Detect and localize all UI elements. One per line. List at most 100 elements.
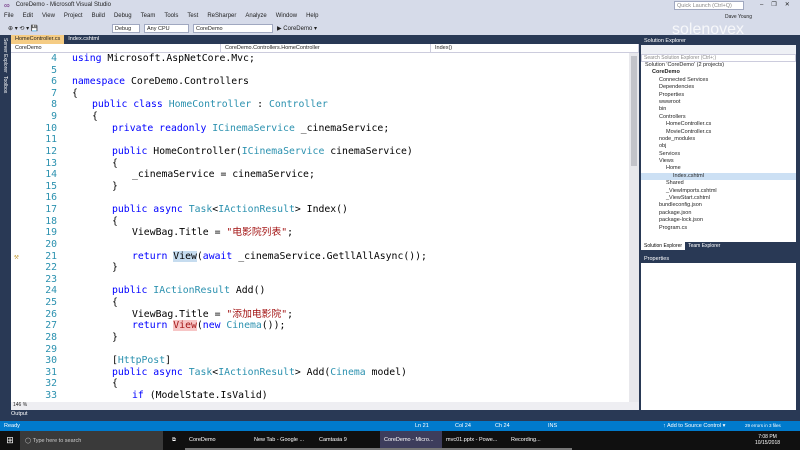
window-controls[interactable]: –❐✕ (760, 1, 798, 8)
tree-item[interactable]: Solution 'CoreDemo' (2 projects) (641, 62, 796, 69)
menu-file[interactable]: File (4, 13, 14, 19)
taskbar-app[interactable]: CoreDemo - Micro... (380, 431, 442, 450)
platform-select[interactable]: Any CPU (144, 23, 189, 33)
menu-edit[interactable]: Edit (23, 13, 33, 19)
project-dropdown[interactable]: CoreDemo (11, 44, 221, 52)
menu-team[interactable]: Team (141, 13, 156, 19)
line-number: 19 (45, 227, 57, 239)
tree-item[interactable]: Properties (641, 92, 796, 99)
line-number: 27 (45, 320, 57, 332)
quick-actions-icon[interactable]: ⚒ (14, 251, 19, 263)
tree-item[interactable]: package.json (641, 210, 796, 217)
pane-tab-0[interactable]: Solution Explorer (641, 242, 686, 250)
menu-build[interactable]: Build (92, 13, 105, 19)
code-line: ⚒ 21 return View(await _cinemaService.Getl… (11, 250, 629, 263)
output-tab[interactable]: Output (0, 410, 800, 421)
code-token: private readonly (112, 122, 213, 134)
tree-item[interactable]: Connected Services (641, 77, 796, 84)
menu-debug[interactable]: Debug (114, 13, 132, 19)
code-token: return (132, 320, 174, 332)
code-text: public async Task<IActionResult> Add(Cin… (112, 367, 407, 379)
line-number: 7 (51, 87, 57, 99)
code-token: public async (112, 204, 189, 216)
code-token: } (112, 180, 118, 192)
status-col: Col 24 (455, 423, 471, 429)
code-text: _cinemaService = cinemaService; (132, 169, 315, 181)
tree-item[interactable]: CoreDemo (641, 69, 796, 76)
pane-tab-1[interactable]: Team Explorer (685, 242, 723, 250)
tree-item[interactable]: Home (641, 165, 796, 172)
zoom-level[interactable]: 146 % (11, 402, 639, 410)
code-token: ViewBag.Title = (132, 227, 227, 239)
status-line: Ln 21 (415, 423, 429, 429)
tree-item[interactable]: Shared (641, 180, 796, 187)
tree-item[interactable]: Program.cs (641, 225, 796, 232)
tree-item[interactable]: Services (641, 151, 796, 158)
taskbar-app[interactable]: Recording... (507, 431, 572, 450)
code-token: ICinemaService (241, 145, 325, 157)
startup-select[interactable]: CoreDemo (193, 23, 273, 33)
back-icon[interactable]: ⊕ ▾ ⟲ ▾ 💾 (8, 25, 108, 32)
code-token: _cinemaService; (294, 122, 390, 134)
quick-launch-input[interactable]: Quick Launch (Ctrl+Q) (674, 1, 744, 10)
solution-search-input[interactable]: Search Solution Explorer (Ctrl+;) (641, 54, 796, 62)
code-token: ()); (261, 320, 286, 332)
code-token: { (112, 157, 118, 169)
config-select[interactable]: Debug (112, 23, 140, 33)
tree-item[interactable]: _ViewStart.cshtml (641, 195, 796, 202)
tree-item[interactable]: Controllers (641, 114, 796, 121)
menu-tools[interactable]: Tools (164, 13, 178, 19)
run-button[interactable]: ▶ CoreDemo ▾ (277, 25, 317, 32)
tree-item[interactable]: Dependencies (641, 84, 796, 91)
line-number: 31 (45, 366, 57, 378)
window-title: CoreDemo - Microsoft Visual Studio (15, 2, 111, 8)
tree-item[interactable]: obj (641, 143, 796, 150)
code-line: 8 public class HomeController : Controlle… (11, 99, 629, 111)
tab-homecontroller-cs[interactable]: HomeController.cs (11, 35, 65, 44)
code-editor[interactable]: 4 using Microsoft.AspNetCore.Mvc; 5 6 namesp… (11, 53, 629, 402)
task-view-icon[interactable]: ⧉ (163, 437, 185, 444)
menu-window[interactable]: Window (276, 13, 297, 19)
tab-index-cshtml[interactable]: Index.cshtml (64, 35, 103, 44)
code-token: (ModelState.IsValid) (149, 389, 268, 401)
clock[interactable]: 7:08 PM 10/15/2018 (755, 434, 780, 446)
code-line: 5 (11, 65, 629, 77)
tree-item[interactable]: MovieController.cs (641, 129, 796, 136)
tree-item[interactable]: package-lock.json (641, 217, 796, 224)
menu-test[interactable]: Test (187, 13, 198, 19)
tree-item[interactable]: Index.cshtml (641, 172, 796, 181)
class-dropdown[interactable]: CoreDemo.Controllers.HomeController (221, 44, 431, 52)
line-number: 23 (45, 273, 57, 285)
menu-bar: File Edit View Project Build Debug Team Tools Te… (0, 10, 800, 21)
line-number: 26 (45, 308, 57, 320)
tree-item[interactable]: _ViewImports.cshtml (641, 188, 796, 195)
taskbar-app[interactable]: New Tab - Google ... (250, 431, 315, 450)
taskbar-app[interactable]: CoreDemo (185, 431, 250, 450)
windows-start-icon[interactable]: ⊞ (0, 435, 20, 446)
error-count[interactable]: 29 errors in 3 files (745, 421, 781, 431)
member-dropdown[interactable]: Index() (431, 44, 639, 52)
menu-view[interactable]: View (42, 13, 55, 19)
tree-item[interactable]: bin (641, 106, 796, 113)
tree-item[interactable]: Views (641, 158, 796, 165)
menu-help[interactable]: Help (306, 13, 318, 19)
add-source-control-button[interactable]: ↑ Add to Source Control ▾ (663, 421, 725, 431)
code-token: { (112, 297, 118, 309)
taskbar-search[interactable]: ◯ Type here to search (20, 431, 163, 450)
side-tab-0[interactable]: Server Explorer (2, 38, 8, 73)
editor-scrollbar[interactable] (629, 53, 639, 402)
code-token: IActionResult (218, 366, 295, 378)
tree-item[interactable]: bundleconfig.json (641, 202, 796, 209)
user-name[interactable]: Dave Young (725, 14, 752, 20)
tree-item[interactable]: wwwroot (641, 99, 796, 106)
menu-resharper[interactable]: ReSharper (207, 13, 236, 19)
code-token: using (72, 53, 108, 64)
tree-item[interactable]: node_modules (641, 136, 796, 143)
taskbar-app[interactable]: Camtasia 9 (315, 431, 380, 450)
menu-analyze[interactable]: Analyze (245, 13, 266, 19)
menu-project[interactable]: Project (64, 13, 83, 19)
code-token: Task (188, 204, 213, 216)
tree-item[interactable]: HomeController.cs (641, 121, 796, 128)
side-tab-1[interactable]: Toolbox (2, 76, 8, 93)
taskbar-app[interactable]: mvc01.pptx - Powe... (442, 431, 507, 450)
